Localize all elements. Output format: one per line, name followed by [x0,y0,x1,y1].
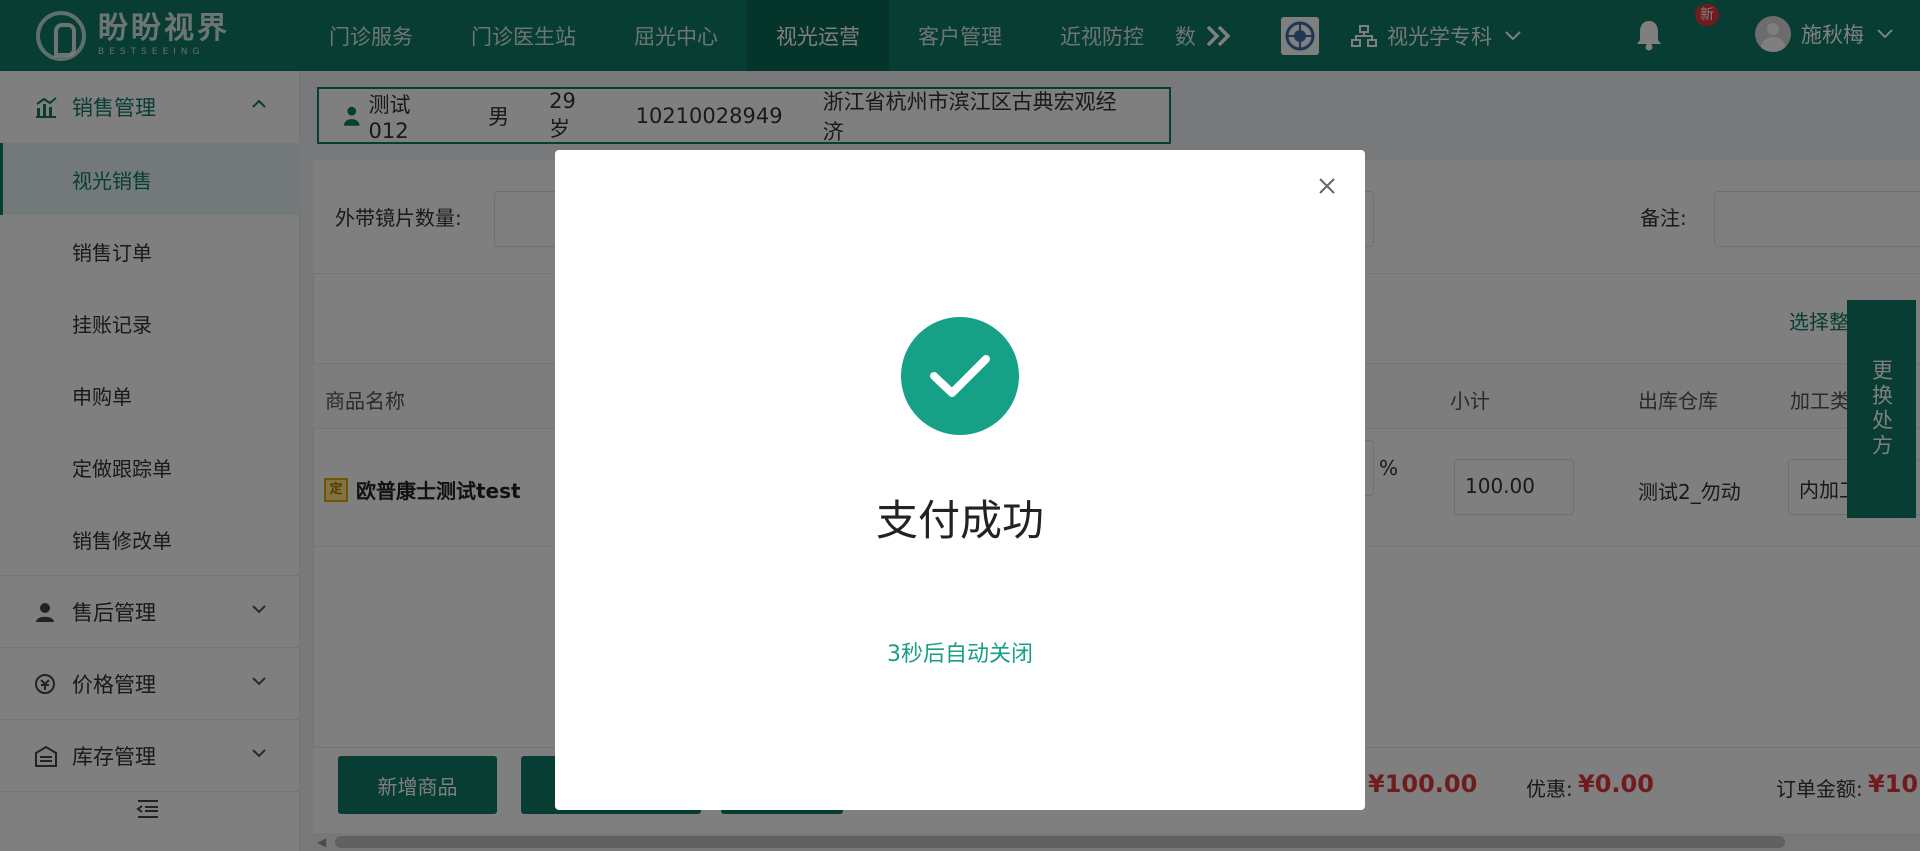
check-circle-icon [901,317,1019,435]
auto-close-hint: 3秒后自动关闭 [887,642,1033,667]
close-icon[interactable] [1315,174,1339,198]
success-title: 支付成功 [875,496,1044,545]
payment-success-dialog: 支付成功 3秒后自动关闭 [555,150,1365,810]
